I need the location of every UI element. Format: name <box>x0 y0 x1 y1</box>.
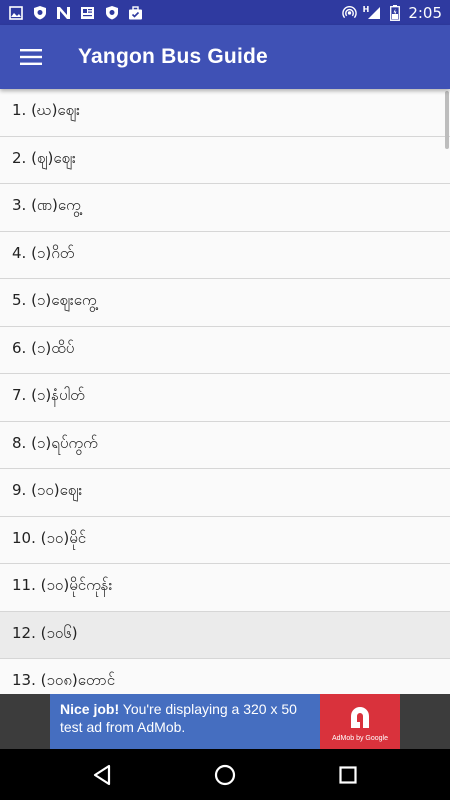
status-system-icons: H 2:05 <box>341 3 442 22</box>
home-button[interactable] <box>205 755 245 795</box>
back-icon <box>93 764 110 785</box>
list-item[interactable]: 6. (၁)ထိပ် <box>0 327 450 374</box>
hotspot-icon <box>341 5 357 20</box>
list-item[interactable]: 13. (၁၀၈)တောင် <box>0 659 450 694</box>
ad-banner[interactable]: Nice job! You're displaying a 320 x 50 t… <box>0 694 450 749</box>
app-bar: Yangon Bus Guide <box>0 25 450 89</box>
list-item-label: 1. (ဃ)ဈေး <box>12 101 80 120</box>
back-button[interactable] <box>82 755 122 795</box>
list-item-label: 6. (၁)ထိပ် <box>12 338 75 357</box>
admob-caption: AdMob by Google <box>331 734 389 742</box>
status-bar: H 2:05 <box>0 0 450 25</box>
ad-bold-text: Nice job! <box>60 701 120 717</box>
app-title: Yangon Bus Guide <box>78 45 268 68</box>
home-icon <box>214 764 236 785</box>
shield-icon <box>32 5 47 20</box>
status-time: 2:05 <box>408 3 442 22</box>
test-ad[interactable]: Nice job! You're displaying a 320 x 50 t… <box>50 694 400 749</box>
list-item[interactable]: 11. (၁၀)မိုင်ကုန်း <box>0 564 450 612</box>
image-icon <box>8 5 23 20</box>
list-item[interactable]: 3. (ဏ)ကွေ့ <box>0 184 450 232</box>
menu-button[interactable] <box>0 25 62 89</box>
newspaper-icon <box>80 5 95 20</box>
status-notification-icons <box>8 5 143 20</box>
recents-icon <box>339 765 357 784</box>
recents-button[interactable] <box>328 755 368 795</box>
ad-text: Nice job! You're displaying a 320 x 50 t… <box>50 694 320 749</box>
list-item-label: 5. (၁)ဈေးကွေ့ <box>12 291 97 310</box>
list-item[interactable]: 9. (၁၀)ဈေး <box>0 469 450 517</box>
list-item-label: 3. (ဏ)ကွေ့ <box>12 196 81 215</box>
list-item[interactable]: 1. (ဃ)ဈေး <box>0 89 450 137</box>
list-item-label: 4. (၁)ဂိတ် <box>12 243 75 262</box>
list-item[interactable]: 5. (၁)ဈေးကွေ့ <box>0 279 450 327</box>
nav-bar <box>0 749 450 800</box>
list-item-label: 13. (၁၀၈)တောင် <box>12 671 116 690</box>
admob-icon <box>351 706 369 728</box>
list-scrollbar[interactable] <box>445 91 449 149</box>
list-item-label: 2. (ဈ)ဈေး <box>12 148 76 167</box>
admob-logo[interactable]: AdMob by Google <box>320 694 400 749</box>
list-item-label: 7. (၁)နံပါတ် <box>12 386 85 405</box>
shield-icon <box>104 5 119 20</box>
battery-icon <box>387 4 402 21</box>
list-item-label: 12. (၁၀၆) <box>12 623 78 642</box>
hamburger-icon <box>20 49 42 65</box>
list-item[interactable]: 7. (၁)နံပါတ် <box>0 374 450 422</box>
list-item-label: 11. (၁၀)မိုင်ကုန်း <box>12 576 113 595</box>
list-item[interactable]: 8. (၁)ရပ်ကွက် <box>0 422 450 469</box>
n-icon <box>56 5 71 20</box>
cell-signal-icon: H <box>363 5 382 20</box>
briefcase-check-icon <box>128 5 143 20</box>
list-item-label: 8. (၁)ရပ်ကွက် <box>12 433 98 452</box>
list-item-selected[interactable]: 12. (၁၀၆) <box>0 611 450 659</box>
list-item-label: 10. (၁၀)မိုင် <box>12 528 87 547</box>
list-item[interactable]: 2. (ဈ)ဈေး <box>0 137 450 184</box>
list-item[interactable]: 4. (၁)ဂိတ် <box>0 232 450 279</box>
bus-stop-list[interactable]: 1. (ဃ)ဈေး 2. (ဈ)ဈေး 3. (ဏ)ကွေ့ 4. (၁)ဂိတ… <box>0 89 450 694</box>
list-item-label: 9. (၁၀)ဈေး <box>12 481 83 500</box>
list-item[interactable]: 10. (၁၀)မိုင် <box>0 517 450 564</box>
